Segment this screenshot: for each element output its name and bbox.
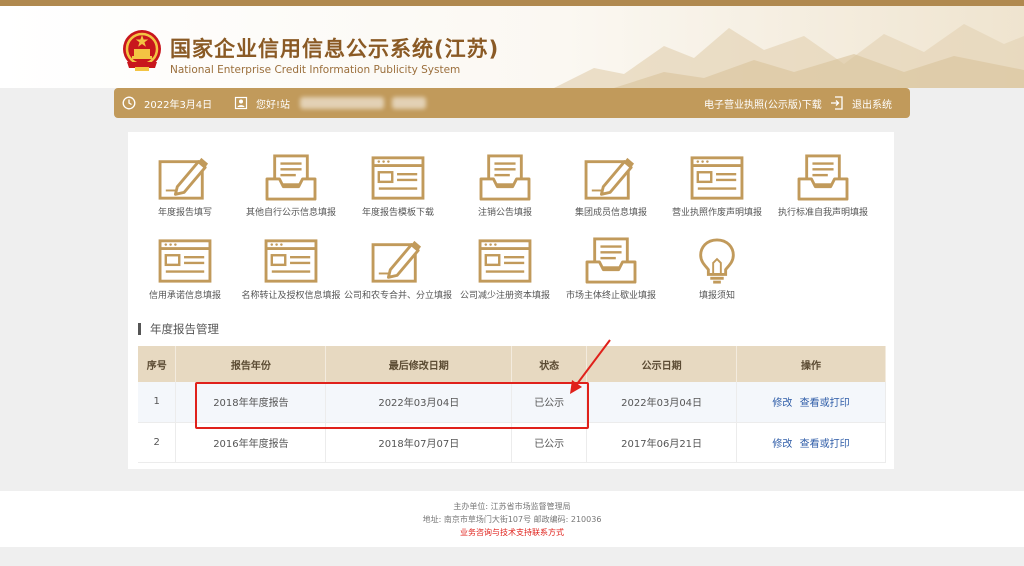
redacted-name (392, 97, 426, 109)
menu-capital-reduction[interactable]: 公司减少注册资本填报 (450, 237, 560, 302)
user-icon (234, 96, 248, 110)
column-header: 报告年份 (175, 346, 327, 382)
menu-label: 公司减少注册资本填报 (459, 291, 550, 301)
menu-deregistration-notice[interactable]: 注销公告填报 (450, 154, 560, 219)
column-header: 最后修改日期 (325, 346, 513, 382)
mountain-landscape-decoration (554, 24, 1024, 88)
current-date: 2022年3月4日 (144, 100, 213, 111)
menu-label: 名称转让及授权信息填报 (241, 291, 341, 301)
section-title-text: 年度报告管理 (150, 322, 219, 336)
tray-doc-icon (796, 154, 850, 202)
menu-label: 年度报告填写 (157, 208, 212, 218)
section-marker (138, 323, 141, 335)
menu-merger-split[interactable]: 公司和农专合并、分立填报 (343, 237, 453, 302)
menu-label: 集团成员信息填报 (574, 208, 647, 218)
card-list-icon (371, 154, 425, 202)
form-pen-icon (371, 237, 425, 285)
highlight-annotation-box (195, 382, 589, 429)
card-list-icon (158, 237, 212, 285)
view-print-link[interactable]: 查看或打印 (800, 398, 850, 409)
clock-icon (122, 96, 136, 110)
row-actions: 修改 查看或打印 (736, 382, 886, 423)
card-list-icon (478, 237, 532, 285)
menu-label: 公司和农专合并、分立填报 (343, 291, 452, 301)
menu-label: 注销公告填报 (477, 208, 532, 218)
license-download-link[interactable]: 电子营业执照(公示版)下载 (704, 96, 822, 111)
card-list-icon (264, 237, 318, 285)
site-title: 国家企业信用信息公示系统(江苏) (170, 37, 500, 61)
site-footer: 主办单位: 江苏省市场监督管理局 地址: 南京市草场门大街107号 邮政编码: … (0, 491, 1024, 547)
tray-doc-icon (264, 154, 318, 202)
lightbulb-icon (690, 237, 744, 285)
menu-label: 信用承诺信息填报 (148, 291, 221, 301)
footer-address: 地址: 南京市草场门大街107号 邮政编码: 210036 (422, 515, 602, 524)
edit-link[interactable]: 修改 (772, 398, 792, 409)
menu-label: 市场主体终止歇业填报 (565, 291, 656, 301)
form-pen-icon (584, 154, 638, 202)
tray-doc-icon (478, 154, 532, 202)
footer-support-link[interactable]: 业务咨询与技术支持联系方式 (0, 526, 1024, 539)
menu-label: 其他自行公示信息填报 (245, 208, 336, 218)
column-header: 操作 (736, 346, 886, 382)
menu-business-suspension[interactable]: 市场主体终止歇业填报 (556, 237, 666, 302)
card-list-icon (690, 154, 744, 202)
menu-label: 营业执照作废声明填报 (671, 208, 762, 218)
site-header: 国家企业信用信息公示系统(江苏) National Enterprise Cre… (0, 6, 1024, 88)
national-emblem-icon (123, 30, 161, 71)
user-toolbar: 2022年3月4日 您好!站 电子营业执照(公示版)下载 退出系统 (114, 88, 910, 118)
menu-label: 年度报告模板下载 (361, 208, 434, 218)
menu-label: 填报须知 (698, 291, 735, 301)
edit-link[interactable]: 修改 (772, 439, 792, 450)
menu-filing-notice[interactable]: 填报须知 (662, 237, 772, 302)
publish-date: 2017年06月21日 (586, 422, 738, 463)
menu-other-self-disclosure[interactable]: 其他自行公示信息填报 (236, 154, 346, 219)
site-subtitle: National Enterprise Credit Information P… (170, 64, 461, 76)
footer-sponsor: 主办单位: 江苏省市场监督管理局 (453, 502, 571, 511)
row-actions: 修改 查看或打印 (736, 422, 886, 463)
column-header: 序号 (138, 346, 177, 382)
section-title: 年度报告管理 (138, 321, 219, 337)
row-number: 1 (138, 382, 177, 423)
menu-template-download[interactable]: 年度报告模板下载 (343, 154, 453, 219)
row-number: 2 (138, 422, 177, 463)
menu-license-void-statement[interactable]: 营业执照作废声明填报 (662, 154, 772, 219)
view-print-link[interactable]: 查看或打印 (800, 439, 850, 450)
menu-label: 执行标准自我声明填报 (777, 208, 868, 218)
logout-icon[interactable] (830, 95, 844, 111)
user-greeting: 您好!站 (256, 100, 291, 111)
menu-credit-commitment[interactable]: 信用承诺信息填报 (130, 237, 240, 302)
menu-standard-self-declaration[interactable]: 执行标准自我声明填报 (768, 154, 878, 219)
redacted-name (300, 97, 384, 109)
logout-link[interactable]: 退出系统 (852, 96, 892, 111)
menu-group-member-info[interactable]: 集团成员信息填报 (556, 154, 666, 219)
form-pen-icon (158, 154, 212, 202)
table-header-row: 序号 报告年份 最后修改日期 状态 公示日期 操作 (138, 346, 886, 382)
menu-annual-report-fill[interactable]: 年度报告填写 (130, 154, 240, 219)
annotation-arrow-icon (570, 339, 611, 394)
menu-name-transfer[interactable]: 名称转让及授权信息填报 (236, 237, 346, 302)
tray-doc-icon (584, 237, 638, 285)
